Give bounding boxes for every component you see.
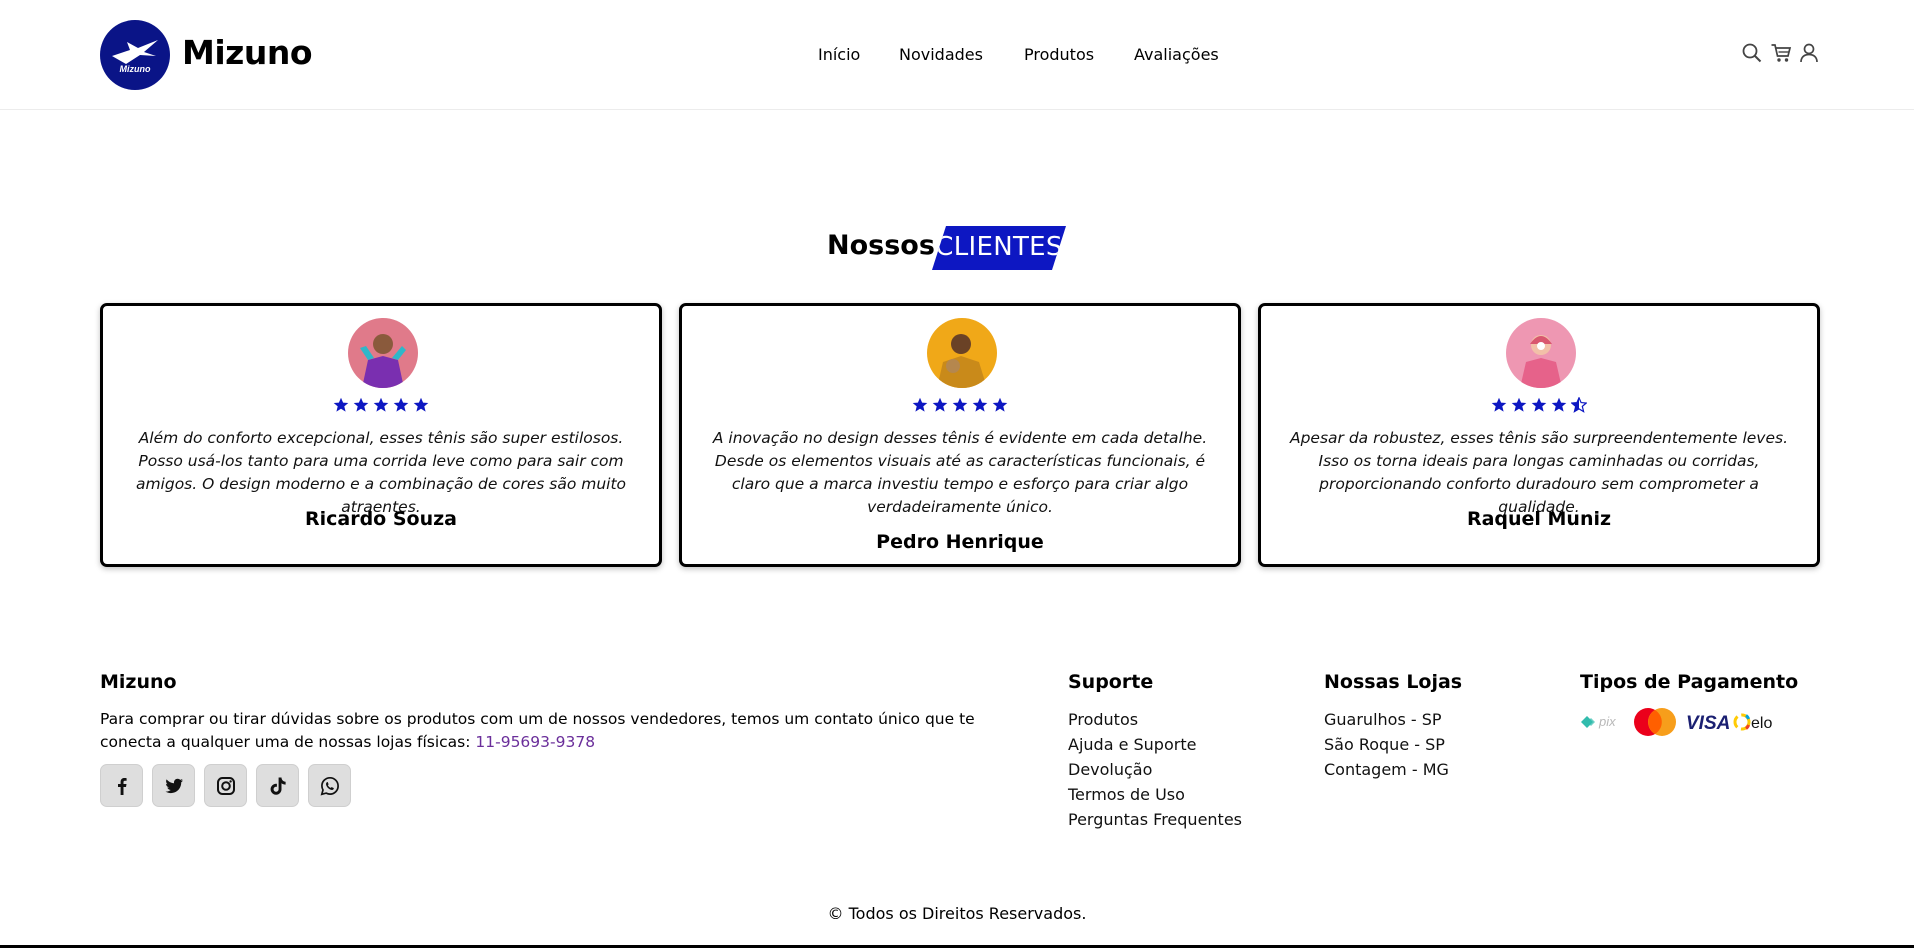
instagram-button[interactable] — [204, 764, 247, 807]
rating-stars — [682, 397, 1238, 417]
review-card: A inovação no design desses tênis é evid… — [679, 303, 1241, 567]
star-icon — [413, 397, 429, 412]
whatsapp-icon — [320, 776, 339, 796]
star-half-icon — [1571, 397, 1587, 413]
store-guarulhos[interactable]: Guarulhos - SP — [1324, 710, 1442, 729]
reviewer-name: Raquel Muniz — [1466, 508, 1612, 530]
footer-about-text: Para comprar ou tirar dúvidas sobre os p… — [100, 708, 1040, 754]
star-icon — [912, 397, 928, 412]
whatsapp-button[interactable] — [308, 764, 351, 807]
star-icon — [1531, 397, 1547, 412]
review-text: A inovação no design desses tênis é evid… — [712, 429, 1208, 516]
footer-link-produtos[interactable]: Produtos — [1068, 710, 1138, 729]
svg-text:pix: pix — [1598, 714, 1616, 729]
footer-link-devolucao[interactable]: Devolução — [1068, 760, 1152, 779]
avatar — [348, 318, 418, 388]
avatar — [1506, 318, 1576, 388]
star-icon — [333, 397, 349, 412]
footer-link-termos[interactable]: Termos de Uso — [1068, 785, 1185, 804]
mizuno-logo[interactable]: Mizuno — [100, 20, 170, 90]
phone-link[interactable]: 11-95693-9378 — [475, 733, 595, 751]
star-icon — [992, 397, 1008, 412]
star-icon — [932, 397, 948, 412]
star-icon — [1551, 397, 1567, 412]
review-text: Além do conforto excepcional, esses têni… — [135, 429, 627, 516]
site-header: Mizuno Mizuno Início Novidades Produtos … — [0, 0, 1914, 110]
copyright: © Todos os Direitos Reservados. — [827, 904, 1087, 923]
cart-icon[interactable] — [1770, 42, 1792, 64]
store-sao-roque[interactable]: São Roque - SP — [1324, 735, 1445, 754]
footer-about-heading: Mizuno — [100, 671, 177, 693]
nav-produtos[interactable]: Produtos — [1024, 45, 1094, 64]
instagram-icon — [217, 777, 235, 795]
star-icon — [972, 397, 988, 412]
svg-text:Mizuno: Mizuno — [120, 64, 151, 74]
twitter-icon — [165, 778, 183, 794]
elo-logo: elo — [1733, 713, 1772, 732]
star-icon — [353, 397, 369, 412]
mastercard-logo: mastercard — [1634, 708, 1676, 736]
search-icon[interactable] — [1741, 42, 1763, 64]
facebook-icon — [118, 778, 127, 795]
star-icon — [393, 397, 409, 412]
reviewer-name: Pedro Henrique — [876, 531, 1044, 553]
svg-text:VISA: VISA — [1686, 713, 1730, 734]
star-icon — [373, 397, 389, 412]
user-icon[interactable] — [1798, 42, 1820, 64]
tiktok-button[interactable] — [256, 764, 299, 807]
facebook-button[interactable] — [100, 764, 143, 807]
svg-text:elo: elo — [1751, 715, 1772, 732]
star-icon — [1511, 397, 1527, 412]
footer-link-ajuda[interactable]: Ajuda e Suporte — [1068, 735, 1196, 754]
avatar — [927, 318, 997, 388]
star-icon — [1491, 397, 1507, 412]
title-word: Nossos — [827, 230, 935, 261]
reviewer-name: Ricardo Souza — [304, 508, 457, 530]
store-contagem[interactable]: Contagem - MG — [1324, 760, 1449, 779]
rating-stars — [1261, 397, 1817, 417]
nav-avaliacoes[interactable]: Avaliações — [1134, 45, 1219, 64]
review-card: Além do conforto excepcional, esses têni… — [100, 303, 662, 567]
tiktok-icon — [270, 777, 286, 795]
footer-payment-heading: Tipos de Pagamento — [1580, 671, 1799, 693]
footer-support-heading: Suporte — [1068, 671, 1154, 693]
footer-link-perguntas[interactable]: Perguntas Frequentes — [1068, 810, 1242, 829]
brand-name[interactable]: Mizuno — [182, 33, 313, 72]
star-icon — [952, 397, 968, 412]
review-text: Apesar da robustez, esses tênis são surp… — [1289, 429, 1788, 516]
title-tag: CLIENTES — [932, 226, 1066, 270]
title-tag-label: CLIENTES — [935, 232, 1063, 262]
nav-novidades[interactable]: Novidades — [899, 45, 983, 64]
review-card: Apesar da robustez, esses tênis são surp… — [1258, 303, 1820, 567]
footer-stores-heading: Nossas Lojas — [1324, 671, 1463, 693]
rating-stars — [103, 397, 659, 417]
pix-logo: pix — [1581, 714, 1616, 729]
visa-logo: VISA — [1686, 713, 1730, 734]
nav-inicio[interactable]: Início — [818, 45, 860, 64]
twitter-button[interactable] — [152, 764, 195, 807]
